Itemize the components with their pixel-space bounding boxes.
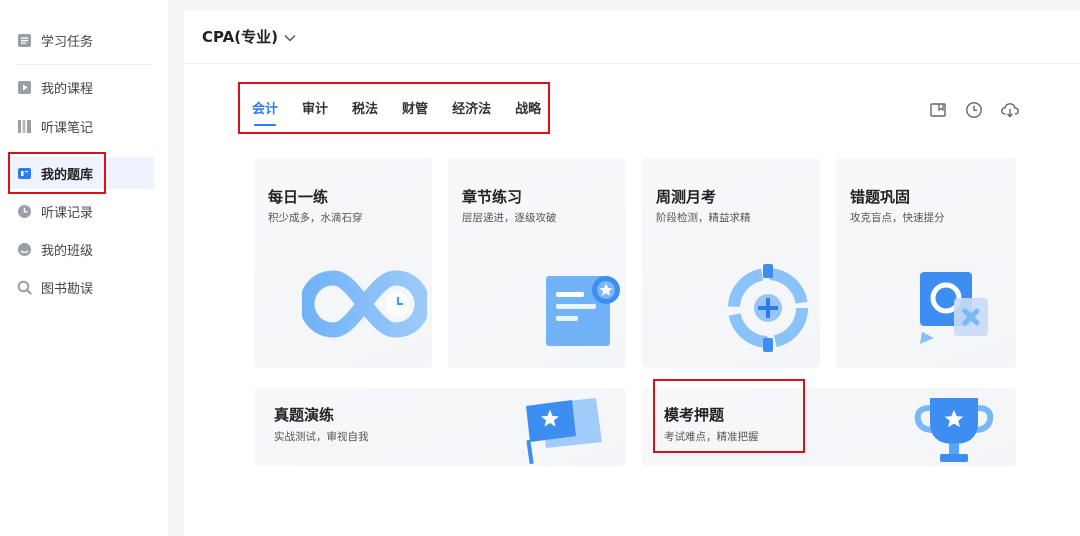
infinity-icon	[299, 268, 430, 344]
flag-icon	[520, 394, 606, 466]
card-daily-practice[interactable]: 每日一练 积少成多，水滴石穿	[254, 158, 432, 368]
top-bar: CPA(专业)	[184, 10, 1080, 64]
card-subtitle: 积少成多，水滴石穿	[268, 212, 363, 224]
notes-icon	[16, 118, 32, 134]
target-icon	[722, 262, 814, 358]
play-course-icon	[16, 79, 32, 95]
clock-history-icon	[16, 203, 32, 219]
card-title: 真题演练	[274, 406, 335, 424]
sidebar-item-question-bank[interactable]: 我的题库	[8, 157, 154, 189]
class-group-icon	[16, 241, 32, 257]
sidebar-item-label: 听课记录	[41, 205, 94, 221]
sidebar-item-my-courses[interactable]: 我的课程	[8, 71, 154, 103]
tab-tax-law[interactable]: 税法	[352, 98, 378, 117]
card-past-exams[interactable]: 真题演练 实战测试，审视自我	[254, 388, 626, 466]
sidebar-item-book-errata[interactable]: 图书勘误	[8, 271, 154, 303]
sidebar-item-lecture-notes[interactable]: 听课笔记	[8, 110, 154, 142]
sidebar-item-label: 听课笔记	[41, 120, 94, 136]
sidebar-item-label: 我的课程	[41, 81, 94, 97]
sidebar-item-study-tasks[interactable]: 学习任务	[8, 24, 154, 56]
sidebar-item-label: 图书勘误	[41, 281, 94, 297]
folder-icon[interactable]	[928, 100, 948, 120]
sidebar-divider	[16, 64, 152, 65]
sidebar-item-label: 我的题库	[41, 167, 94, 183]
subject-tabs: 会计 审计 税法 财管 经济法 战略	[252, 98, 565, 126]
sidebar-item-label: 学习任务	[41, 34, 94, 50]
card-subtitle: 阶段检测，精益求精	[656, 212, 751, 224]
card-title: 每日一练	[268, 188, 329, 206]
sidebar-item-my-class[interactable]: 我的班级	[8, 233, 154, 265]
sidebar-item-label: 我的班级	[41, 243, 94, 259]
card-title: 模考押题	[664, 406, 725, 424]
course-selector[interactable]: CPA(专业)	[202, 26, 296, 47]
card-weekly-monthly-test[interactable]: 周测月考 阶段检测，精益求精	[642, 158, 820, 368]
sidebar: 学习任务 我的课程 听课笔记 我的题库 听课记录 我的班级 图书勘误	[0, 0, 168, 536]
task-list-icon	[16, 32, 32, 48]
document-badge-icon	[540, 266, 626, 352]
card-subtitle: 攻克盲点，快速提分	[850, 212, 945, 224]
sidebar-item-lecture-history[interactable]: 听课记录	[8, 195, 154, 227]
clock-icon[interactable]	[964, 100, 984, 120]
toolbar	[928, 100, 1020, 120]
tab-audit[interactable]: 审计	[302, 98, 328, 117]
tab-economic-law[interactable]: 经济法	[452, 98, 491, 117]
course-name: CPA(专业)	[202, 28, 278, 46]
wrong-answer-icon	[916, 268, 1002, 352]
card-subtitle: 层层递进，逐级攻破	[462, 212, 557, 224]
tab-strategy[interactable]: 战略	[515, 98, 541, 117]
card-title: 章节练习	[462, 188, 523, 206]
card-title: 周测月考	[656, 188, 717, 206]
card-wrong-questions[interactable]: 错题巩固 攻克盲点，快速提分	[836, 158, 1016, 368]
search-icon	[16, 279, 32, 295]
cloud-download-icon[interactable]	[1000, 100, 1020, 120]
trophy-icon	[912, 392, 996, 466]
card-title: 错题巩固	[850, 188, 911, 206]
card-chapter-practice[interactable]: 章节练习 层层递进，逐级攻破	[448, 158, 626, 368]
main-panel: CPA(专业) 会计 审计 税法 财管 经济法 战略 每日一练 积少成多，水滴石…	[184, 10, 1080, 536]
question-bank-icon	[16, 165, 32, 181]
chevron-down-icon	[284, 28, 296, 46]
tab-financial-management[interactable]: 财管	[402, 98, 428, 117]
card-subtitle: 考试难点，精准把握	[664, 431, 759, 443]
tab-accounting[interactable]: 会计	[252, 98, 278, 126]
card-mock-exam[interactable]: 模考押题 考试难点，精准把握	[642, 388, 1016, 466]
card-subtitle: 实战测试，审视自我	[274, 431, 369, 443]
